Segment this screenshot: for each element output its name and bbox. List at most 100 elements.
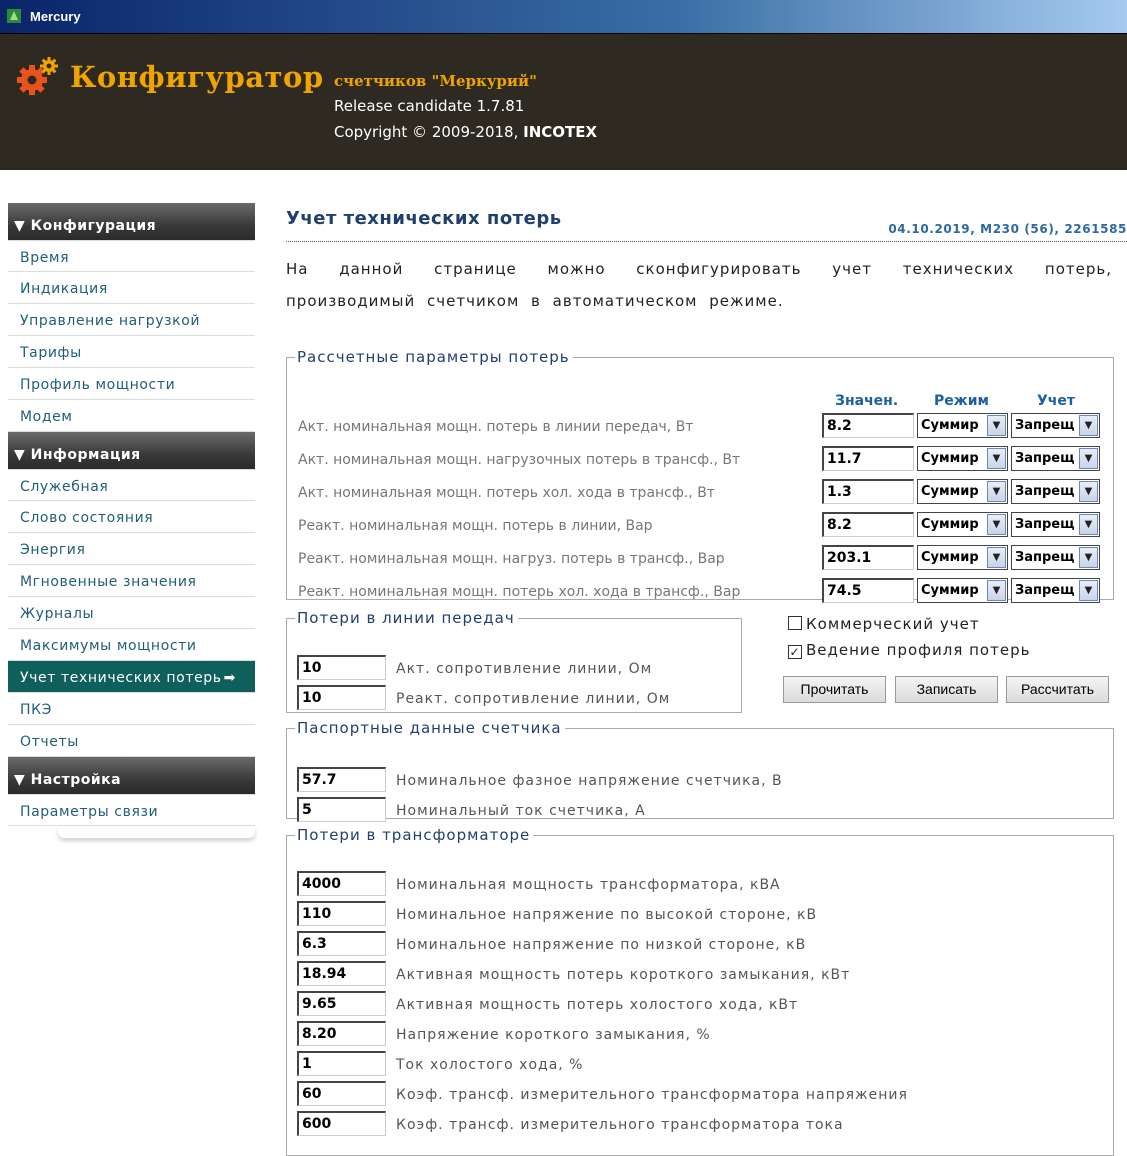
calc-value-input[interactable]: [822, 413, 914, 438]
line-active-resistance-label: Акт. сопротивление линии, Ом: [396, 661, 653, 677]
calc-value-input[interactable]: [822, 578, 914, 603]
sidebar-item-technical-losses[interactable]: Учет технических потерь ➡: [8, 661, 255, 693]
sidebar-item-tariffs[interactable]: Тарифы: [8, 336, 255, 368]
read-button[interactable]: Прочитать: [783, 676, 886, 703]
calc-mode-select[interactable]: Суммир ▼: [917, 545, 1008, 570]
calc-row-label: Акт. номинальная мощн. потерь хол. хода …: [298, 485, 715, 501]
calc-value-input[interactable]: [822, 446, 914, 471]
sidebar-item-status-word[interactable]: Слово состояния: [8, 501, 255, 533]
short-circuit-voltage-input[interactable]: [297, 1021, 386, 1046]
col-value-header: Значен.: [835, 393, 899, 409]
checkbox-label: Коммерческий учет: [806, 615, 980, 633]
sidebar-item-instant-values[interactable]: Мгновенные значения: [8, 565, 255, 597]
line-active-resistance-input[interactable]: [297, 655, 386, 680]
sidebar-item-load-control[interactable]: Управление нагрузкой: [8, 304, 255, 336]
calc-value-input[interactable]: [822, 545, 914, 570]
checkbox-label: Ведение профиля потерь: [806, 641, 1031, 659]
calc-mode-select[interactable]: Суммир ▼: [917, 578, 1008, 603]
chevron-down-icon[interactable]: ▼: [987, 547, 1006, 568]
chevron-down-icon[interactable]: ▼: [987, 448, 1006, 469]
select-value: Запрещ: [1015, 550, 1075, 565]
write-button[interactable]: Записать: [895, 676, 998, 703]
high-voltage-input[interactable]: [297, 901, 386, 926]
short-circuit-power-input[interactable]: [297, 961, 386, 986]
nominal-voltage-input[interactable]: [297, 767, 386, 792]
chevron-down-icon[interactable]: ▼: [1079, 448, 1098, 469]
select-value: Суммир: [921, 451, 979, 466]
nominal-voltage-label: Номинальное фазное напряжение счетчика, …: [396, 773, 783, 789]
calc-value-input[interactable]: [822, 512, 914, 537]
calc-account-select[interactable]: Запрещ ▼: [1011, 545, 1100, 570]
calc-mode-select[interactable]: Суммир ▼: [917, 413, 1008, 438]
calc-mode-select[interactable]: Суммир ▼: [917, 446, 1008, 471]
calc-account-select[interactable]: Запрещ ▼: [1011, 578, 1100, 603]
sidebar-item-power-maximums[interactable]: Максимумы мощности: [8, 629, 255, 661]
select-value: Запрещ: [1015, 484, 1075, 499]
checkmark-icon[interactable]: ✓: [788, 645, 802, 659]
page-title: Учет технических потерь: [286, 208, 562, 229]
passport-legend: Паспортные данные счетчика: [297, 719, 562, 737]
low-voltage-input[interactable]: [297, 931, 386, 956]
idle-current-input[interactable]: [297, 1051, 386, 1076]
sidebar-item-indication[interactable]: Индикация: [8, 272, 255, 304]
chevron-down-icon[interactable]: ▼: [987, 481, 1006, 502]
line-reactive-resistance-input[interactable]: [297, 685, 386, 710]
window-title-bar: Mercury: [0, 0, 1127, 34]
select-value: Запрещ: [1015, 418, 1075, 433]
short-circuit-voltage-label: Напряжение короткого замыкания, %: [396, 1027, 711, 1043]
arrow-right-icon: ➡: [223, 670, 236, 686]
chevron-down-icon[interactable]: ▼: [1079, 547, 1098, 568]
calc-account-select[interactable]: Запрещ ▼: [1011, 512, 1100, 537]
sidebar-item-energy[interactable]: Энергия: [8, 533, 255, 565]
sidebar-item-connection-params[interactable]: Параметры связи: [8, 794, 255, 826]
idle-power-input[interactable]: [297, 991, 386, 1016]
transformer-power-label: Номинальная мощность трансформатора, кВА: [396, 877, 781, 893]
sidebar-section-settings[interactable]: ▼ Настройка: [8, 757, 255, 794]
calc-params-legend: Рассчетные параметры потерь: [297, 348, 570, 366]
calc-value-input[interactable]: [822, 479, 914, 504]
sidebar-item-service[interactable]: Служебная: [8, 469, 255, 501]
calc-account-select[interactable]: Запрещ ▼: [1011, 413, 1100, 438]
sidebar-section-configuration[interactable]: ▼ Конфигурация: [8, 203, 255, 240]
commercial-account-checkbox[interactable]: Коммерческий учет: [788, 615, 980, 633]
chevron-down-icon[interactable]: ▼: [1079, 514, 1098, 535]
nominal-current-input[interactable]: [297, 797, 386, 822]
line-reactive-resistance-label: Реакт. сопротивление линии, Ом: [396, 691, 671, 707]
sidebar-section-information[interactable]: ▼ Информация: [8, 432, 255, 469]
sidebar-item-reports[interactable]: Отчеты: [8, 725, 255, 757]
product-name: Конфигуратор: [70, 60, 324, 94]
loss-profile-checkbox[interactable]: ✓ Ведение профиля потерь: [788, 641, 1030, 659]
col-mode-header: Режим: [934, 393, 989, 409]
chevron-down-icon[interactable]: ▼: [987, 580, 1006, 601]
calc-row-label: Акт. номинальная мощн. нагрузочных потер…: [298, 452, 741, 468]
sidebar-nav: ▼ Конфигурация Время Индикация Управлени…: [8, 203, 255, 838]
checkbox-box[interactable]: [788, 616, 802, 630]
calc-mode-select[interactable]: Суммир ▼: [917, 479, 1008, 504]
select-value: Запрещ: [1015, 451, 1075, 466]
voltage-transformer-ratio-input[interactable]: [297, 1081, 386, 1106]
transformer-power-input[interactable]: [297, 871, 386, 896]
chevron-down-icon[interactable]: ▼: [987, 415, 1006, 436]
sidebar-item-journals[interactable]: Журналы: [8, 597, 255, 629]
sidebar-item-modem[interactable]: Модем: [8, 400, 255, 432]
window-title: Mercury: [30, 9, 81, 24]
calc-account-select[interactable]: Запрещ ▼: [1011, 479, 1100, 504]
chevron-down-icon[interactable]: ▼: [1079, 481, 1098, 502]
calc-mode-select[interactable]: Суммир ▼: [917, 512, 1008, 537]
sidebar-item-time[interactable]: Время: [8, 240, 255, 272]
calc-account-select[interactable]: Запрещ ▼: [1011, 446, 1100, 471]
copyright: Copyright © 2009-2018, INCOTEX: [334, 123, 597, 141]
transformer-group: Потери в трансформаторе Номинальная мощн…: [286, 826, 1114, 1156]
chevron-down-icon[interactable]: ▼: [1079, 415, 1098, 436]
sidebar-item-power-profile[interactable]: Профиль мощности: [8, 368, 255, 400]
select-value: Суммир: [921, 583, 979, 598]
chevron-down-icon[interactable]: ▼: [1079, 580, 1098, 601]
sidebar-item-power-quality[interactable]: ПКЭ: [8, 693, 255, 725]
sidebar-bottom-shadow: [58, 826, 255, 838]
current-transformer-ratio-input[interactable]: [297, 1111, 386, 1136]
chevron-down-icon[interactable]: ▼: [987, 514, 1006, 535]
title-divider: [286, 241, 1127, 242]
high-voltage-label: Номинальное напряжение по высокой сторон…: [396, 907, 818, 923]
transformer-legend: Потери в трансформаторе: [297, 826, 531, 844]
calculate-button[interactable]: Рассчитать: [1006, 676, 1109, 703]
